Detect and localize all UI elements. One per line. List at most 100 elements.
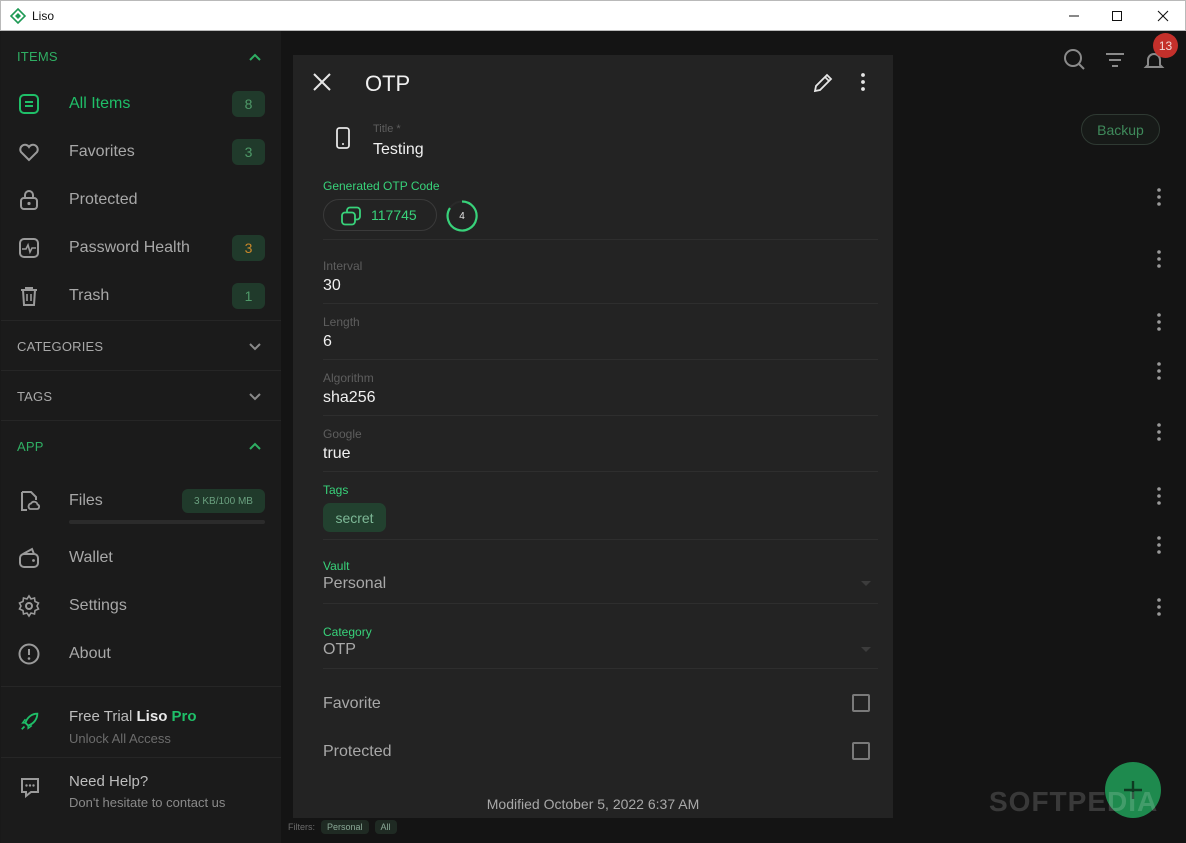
divider [1, 686, 281, 687]
sidebar: ITEMS All Items 8 Favorites 3 Protected … [1, 31, 281, 843]
item-more-icon[interactable] [1156, 487, 1162, 505]
category-label: Category [323, 625, 372, 639]
sidebar-item-label: Protected [69, 191, 138, 208]
divider [323, 359, 878, 360]
divider [323, 539, 878, 540]
length-field[interactable]: 6 [323, 333, 332, 351]
filters-label: Filters: [288, 822, 315, 832]
storage-usage-badge: 3 KB/100 MB [182, 489, 265, 513]
count-badge: 3 [232, 139, 265, 165]
storage-progress-bar [69, 520, 265, 524]
item-more-icon[interactable] [1156, 536, 1162, 554]
maximize-icon [1112, 11, 1122, 21]
chevron-down-icon[interactable] [247, 338, 263, 354]
dropdown-arrow-icon[interactable] [861, 581, 871, 586]
item-more-icon[interactable] [1156, 598, 1162, 616]
close-icon [1157, 10, 1169, 22]
otp-timer-seconds: 4 [459, 210, 465, 222]
sidebar-item-label: Password Health [69, 239, 190, 256]
sidebar-item-label: Favorites [69, 143, 135, 160]
dialog-title: OTP [365, 71, 411, 96]
count-badge: 1 [232, 283, 265, 309]
title-field-input[interactable]: Testing [373, 141, 424, 159]
dropdown-arrow-icon[interactable] [861, 647, 871, 652]
app-section-header[interactable]: APP [17, 439, 44, 454]
sidebar-item-trash[interactable]: Trash 1 [1, 274, 281, 318]
sidebar-item-about[interactable]: About [1, 632, 281, 676]
more-vert-icon[interactable] [860, 73, 866, 91]
promo-brand: Liso [136, 708, 168, 725]
tags-label: Tags [323, 483, 349, 497]
copy-otp-button[interactable]: 117745 [323, 199, 437, 231]
sidebar-item-files[interactable]: Files 3 KB/100 MB [1, 479, 281, 523]
copy-icon [341, 206, 361, 226]
help-title[interactable]: Need Help? [69, 773, 148, 790]
list-icon [19, 94, 39, 114]
divider [323, 303, 878, 304]
close-window-button[interactable] [1140, 1, 1186, 31]
length-label: Length [323, 315, 360, 329]
item-more-icon[interactable] [1156, 188, 1162, 206]
chevron-up-icon[interactable] [247, 438, 263, 454]
sidebar-item-favorites[interactable]: Favorites 3 [1, 130, 281, 174]
search-icon[interactable] [1062, 47, 1086, 71]
interval-field[interactable]: 30 [323, 277, 341, 295]
sidebar-item-label: Settings [69, 597, 127, 614]
sidebar-item-wallet[interactable]: Wallet [1, 536, 281, 580]
liso-logo-icon [10, 8, 26, 24]
maximize-button[interactable] [1094, 1, 1140, 31]
notification-count-badge: 13 [1153, 33, 1178, 58]
modified-timestamp: Modified October 5, 2022 6:37 AM [486, 796, 700, 812]
divider [323, 471, 878, 472]
otp-item-dialog [293, 55, 893, 818]
chevron-down-icon[interactable] [247, 388, 263, 404]
tags-section-header[interactable]: TAGS [17, 389, 52, 404]
items-section-header[interactable]: ITEMS [17, 49, 58, 64]
count-badge: 8 [232, 91, 265, 117]
promo-subtitle: Unlock All Access [69, 731, 171, 746]
filter-all-label: All [380, 822, 391, 832]
sidebar-item-settings[interactable]: Settings [1, 584, 281, 628]
close-icon[interactable] [312, 72, 332, 92]
protected-checkbox[interactable] [852, 742, 870, 760]
divider [1, 370, 281, 371]
sidebar-item-password-health[interactable]: Password Health 3 [1, 226, 281, 270]
chevron-up-icon[interactable] [247, 49, 263, 65]
divider [323, 603, 878, 604]
categories-section-header[interactable]: CATEGORIES [17, 339, 103, 354]
filter-chip-vault[interactable]: Personal [321, 820, 369, 834]
pulse-icon [19, 238, 39, 258]
filter-chip-all[interactable]: All [374, 820, 397, 834]
item-more-icon[interactable] [1156, 423, 1162, 441]
sidebar-item-label: About [69, 645, 111, 662]
item-more-icon[interactable] [1156, 313, 1162, 331]
item-more-icon[interactable] [1156, 250, 1162, 268]
category-select[interactable]: OTP [323, 641, 356, 659]
divider [1, 757, 281, 758]
divider [323, 668, 878, 669]
item-more-icon[interactable] [1156, 362, 1162, 380]
vault-select[interactable]: Personal [323, 575, 386, 593]
divider [323, 239, 878, 240]
window-titlebar: Liso [0, 0, 1186, 31]
sidebar-item-label: All Items [69, 95, 131, 112]
window-title: Liso [32, 9, 55, 23]
chat-icon [21, 778, 39, 799]
count-badge: 3 [232, 235, 265, 261]
sidebar-item-all-items[interactable]: All Items 8 [1, 82, 281, 126]
pencil-icon[interactable] [812, 72, 834, 94]
minimize-button[interactable] [1051, 1, 1097, 31]
google-field[interactable]: true [323, 445, 351, 463]
tag-chip[interactable]: secret [323, 503, 386, 532]
filter-icon[interactable] [1103, 48, 1127, 72]
promo-title[interactable]: Free Trial Liso Pro [69, 708, 197, 725]
sidebar-item-protected[interactable]: Protected [1, 178, 281, 222]
favorite-label: Favorite [323, 695, 381, 712]
softpedia-watermark: SOFTPEDIA [989, 786, 1159, 817]
favorite-checkbox[interactable] [852, 694, 870, 712]
filters-bar: Filters: Personal All [288, 820, 397, 834]
otp-label: Generated OTP Code [323, 179, 440, 193]
backup-button[interactable]: Backup [1081, 114, 1160, 145]
algorithm-field[interactable]: sha256 [323, 389, 376, 407]
heart-icon [19, 143, 39, 162]
